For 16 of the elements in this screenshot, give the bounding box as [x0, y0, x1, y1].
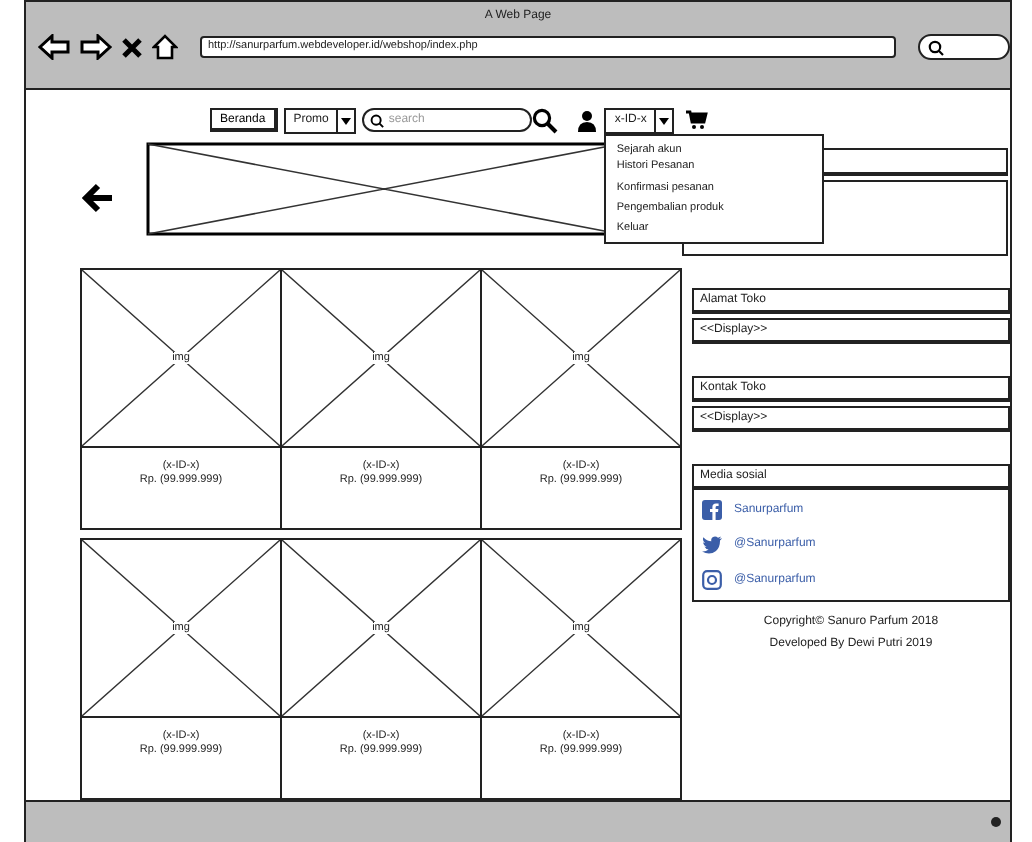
forward-icon[interactable]	[80, 34, 112, 60]
facebook-icon[interactable]	[702, 499, 722, 520]
cart-icon[interactable]	[686, 110, 709, 131]
home-icon[interactable]	[152, 34, 178, 60]
camera-icon[interactable]	[702, 569, 722, 590]
search-icon	[370, 113, 385, 128]
resize-grip-icon[interactable]	[990, 815, 1002, 828]
bird-icon[interactable]	[702, 535, 722, 554]
back-icon[interactable]	[38, 34, 70, 60]
back-arrow-icon[interactable]	[82, 181, 114, 214]
user-icon[interactable]	[578, 109, 597, 132]
search-icon	[928, 39, 944, 55]
caret-icon	[336, 109, 355, 132]
browser-search-field[interactable]	[918, 34, 1010, 60]
search-icon[interactable]	[532, 107, 559, 134]
close-icon[interactable]	[122, 37, 142, 57]
